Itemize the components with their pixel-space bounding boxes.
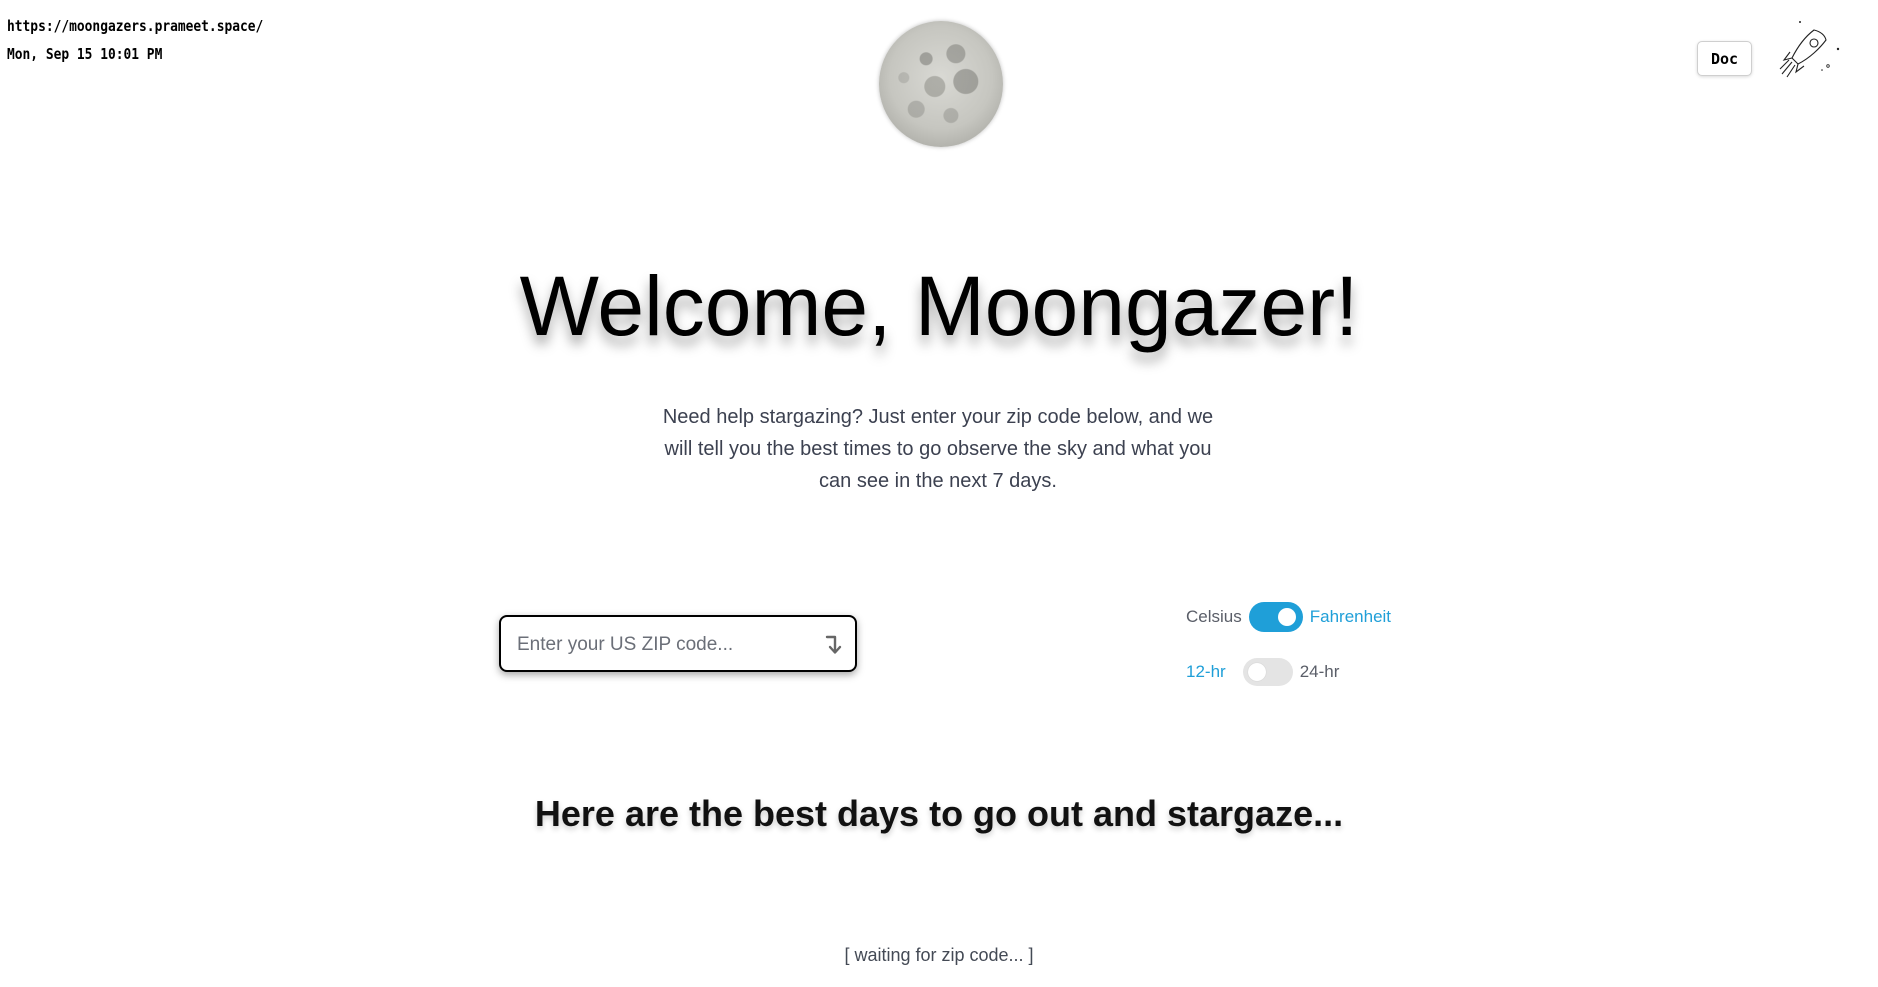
switch-knob <box>1277 608 1296 626</box>
overlay-datetime: Mon, Sep 15 10:01 PM <box>7 45 163 63</box>
24hr-label: 24-hr <box>1299 662 1340 681</box>
page: https://moongazers.prameet.space/ Mon, S… <box>0 0 1878 987</box>
zip-search-box <box>499 615 857 672</box>
enter-arrow-icon[interactable] <box>824 634 842 656</box>
fahrenheit-label: Fahrenheit <box>1309 607 1392 626</box>
time-format-toggle-row: 12-hr 24-hr <box>1186 658 1339 686</box>
results-status: [ waiting for zip code... ] <box>844 945 1034 965</box>
12hr-label: 12-hr <box>1186 662 1226 681</box>
celsius-label: Celsius <box>1186 607 1242 626</box>
page-title: Welcome, Moongazer! <box>519 259 1359 353</box>
time-format-switch[interactable] <box>1242 658 1293 686</box>
intro-text: Need help stargazing? Just enter your zi… <box>662 406 1214 492</box>
temperature-unit-switch[interactable] <box>1248 602 1303 632</box>
temperature-unit-toggle-row: Celsius Fahrenheit <box>1186 602 1391 632</box>
moon-image <box>879 21 1003 147</box>
zip-input[interactable] <box>515 627 799 663</box>
overlay-url: https://moongazers.prameet.space/ <box>7 17 264 35</box>
doc-button[interactable]: Doc <box>1697 41 1752 76</box>
results-heading: Here are the best days to go out and sta… <box>534 793 1344 834</box>
browser-overlay: https://moongazers.prameet.space/ Mon, S… <box>7 12 263 68</box>
rocket-icon[interactable] <box>1770 18 1842 88</box>
switch-knob <box>1247 663 1266 681</box>
